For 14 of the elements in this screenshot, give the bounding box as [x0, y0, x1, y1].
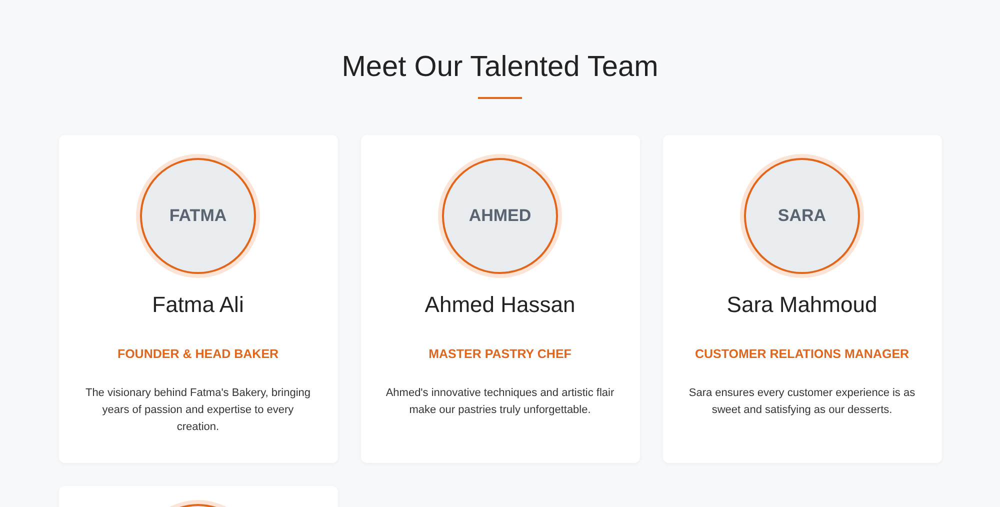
avatar-initials: AHMED: [468, 206, 532, 226]
member-role: MASTER PASTRY CHEF: [428, 347, 572, 361]
section-title: Meet Our Talented Team: [340, 50, 660, 85]
member-bio: Sara ensures every customer experience is as sweet and satisfying as our desserts.: [688, 386, 916, 418]
avatar-initials: SARA: [778, 206, 826, 226]
member-name: Sara Mahmoud: [726, 292, 878, 318]
member-bio: Ahmed's innovative techniques and artistic flair make our pastries truly unforgettable.: [384, 386, 616, 418]
member-role: FOUNDER & HEAD BAKER: [117, 347, 279, 361]
avatar-initials: FATMA: [169, 206, 227, 226]
member-name: Ahmed Hassan: [424, 292, 576, 318]
member-role: CUSTOMER RELATIONS MANAGER: [694, 347, 910, 361]
member-bio: The visionary behind Fatma's Bakery, bringing years of passion and expertise to every creation.: [84, 386, 312, 435]
title-underline: [478, 97, 522, 99]
member-name: Fatma Ali: [152, 292, 244, 318]
